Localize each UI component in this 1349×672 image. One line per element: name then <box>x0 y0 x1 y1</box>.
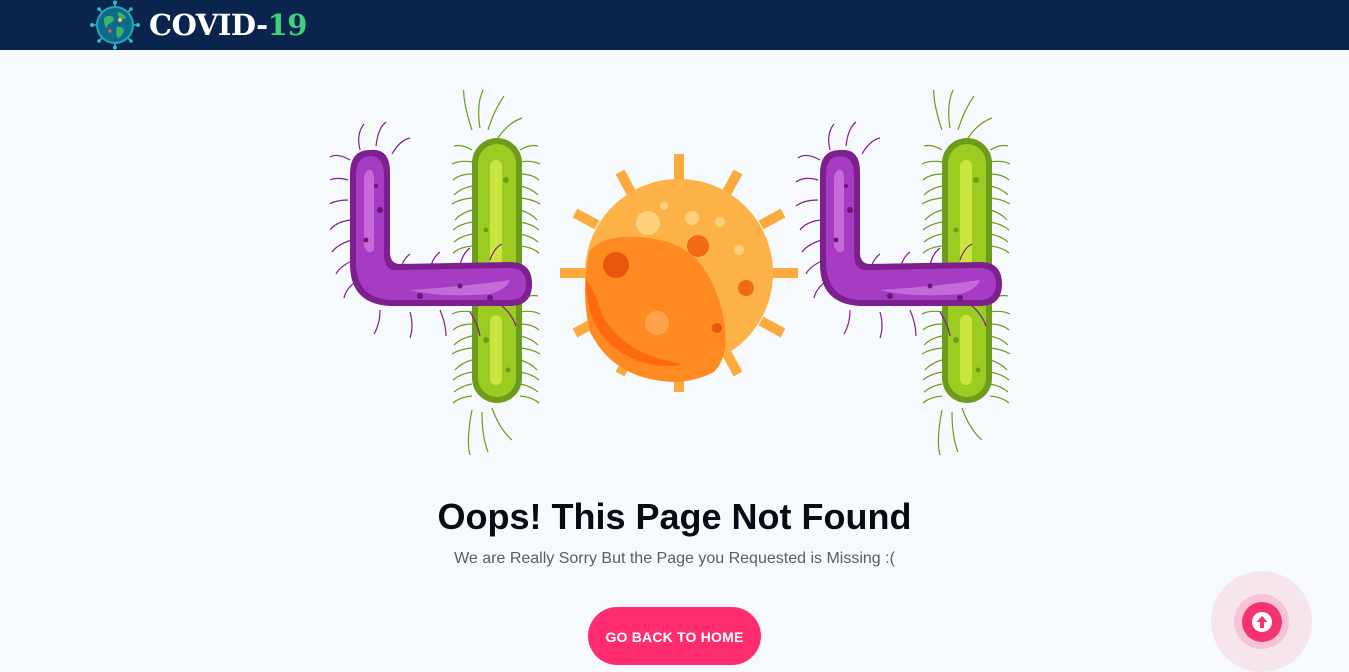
brand-text: COVID- <box>149 8 268 42</box>
404-virus-illustration <box>330 90 1011 456</box>
go-back-home-button[interactable]: GO BACK TO HOME <box>588 607 761 665</box>
orange-virus-zero <box>560 154 798 392</box>
brand-logo-link[interactable]: COVID-19 <box>89 0 307 50</box>
top-navbar: COVID-19 <box>0 0 1349 50</box>
error-title: Oops! This Page Not Found <box>437 496 912 537</box>
globe-virus-icon <box>90 0 140 50</box>
arrow-up-icon <box>1251 611 1272 632</box>
scroll-to-top-button[interactable] <box>1211 571 1312 672</box>
brand-number: 19 <box>267 8 308 42</box>
brand-name: COVID-19 <box>149 8 307 42</box>
scroll-to-top-circle <box>1241 601 1282 642</box>
error-message: We are Really Sorry But the Page you Req… <box>454 550 895 567</box>
scroll-to-top-ring <box>1234 594 1289 649</box>
